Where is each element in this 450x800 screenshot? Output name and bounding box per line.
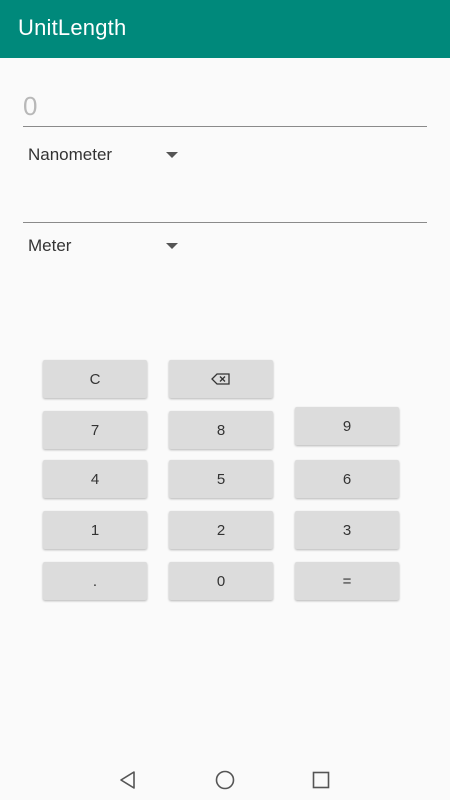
to-unit-spinner[interactable]: Meter [28, 231, 198, 261]
recents-icon[interactable] [309, 768, 333, 792]
decimal-point-button[interactable]: . [43, 562, 147, 600]
backspace-icon [211, 373, 230, 385]
equals-button[interactable]: = [295, 562, 399, 600]
app-bar: UnitLength [0, 0, 450, 58]
from-value-text: 0 [23, 91, 38, 121]
key-5[interactable]: 5 [169, 460, 273, 498]
key-8[interactable]: 8 [169, 411, 273, 449]
key-1[interactable]: 1 [43, 511, 147, 549]
system-nav-bar [0, 760, 450, 800]
key-9[interactable]: 9 [295, 407, 399, 445]
to-value-field[interactable] [23, 184, 427, 223]
from-unit-spinner[interactable]: Nanometer [28, 140, 198, 170]
from-value-field[interactable]: 0 [23, 88, 427, 127]
dropdown-arrow-icon [166, 152, 178, 158]
home-icon[interactable] [213, 768, 237, 792]
key-2[interactable]: 2 [169, 511, 273, 549]
back-icon[interactable] [116, 768, 140, 792]
key-6[interactable]: 6 [295, 460, 399, 498]
backspace-button[interactable] [169, 360, 273, 398]
clear-button[interactable]: C [43, 360, 147, 398]
to-unit-label: Meter [28, 236, 72, 255]
dropdown-arrow-icon [166, 243, 178, 249]
key-3[interactable]: 3 [295, 511, 399, 549]
key-7[interactable]: 7 [43, 411, 147, 449]
key-0[interactable]: 0 [169, 562, 273, 600]
app-title: UnitLength [18, 15, 127, 40]
key-4[interactable]: 4 [43, 460, 147, 498]
from-unit-label: Nanometer [28, 145, 113, 164]
